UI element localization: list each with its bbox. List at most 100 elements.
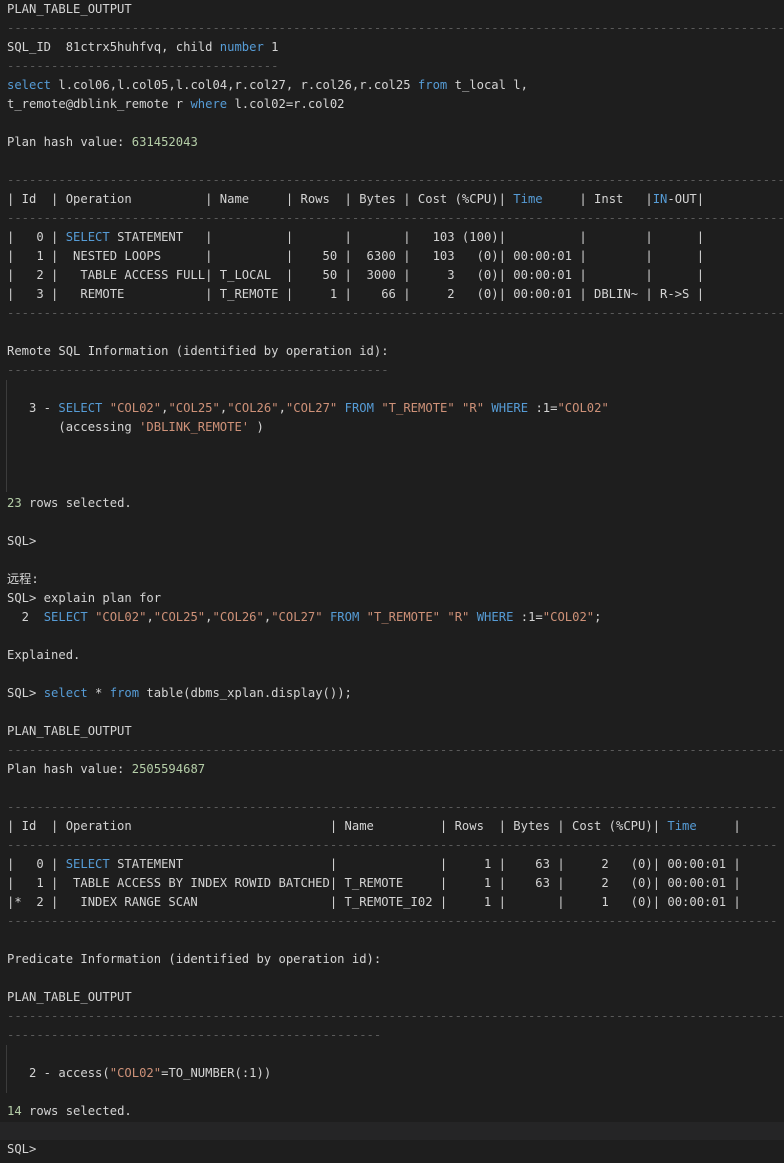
rows-selected-text: rows selected. [21, 1104, 132, 1118]
row-cells: STATEMENT | | 1 | 63 | 2 (0)| 00:00:01 | [109, 857, 741, 871]
query-line-1: select l.col06,l.col05,l.col04,r.col27, … [7, 76, 528, 95]
plan-table-header: | Id | Operation | Name | Rows | Bytes |… [7, 190, 704, 209]
plan-row: | 1 | TABLE ACCESS BY INDEX ROWID BATCHE… [7, 876, 741, 890]
separator: ------------------------------------- [7, 59, 279, 73]
predicate-rest: =TO_NUMBER(:1)) [161, 1066, 272, 1080]
plan-hash-label: Plan hash value: [7, 135, 132, 149]
query-text: t_local l, [447, 78, 528, 92]
query-text: * [87, 686, 110, 700]
prompt: SQL> [7, 686, 44, 700]
predicate-info-heading: Predicate Information (identified by ope… [7, 952, 382, 966]
string: "COL02" [557, 401, 609, 415]
header-cols: | Inst | [542, 192, 653, 206]
query-text: table(dbms_xplan.display()); [139, 686, 352, 700]
keyword: FROM [344, 401, 374, 415]
row-count: 14 [7, 1104, 22, 1118]
keyword: FROM [329, 610, 360, 624]
header-time: Time [667, 819, 697, 833]
string: "COL02" [542, 610, 595, 624]
string: "COL02" [95, 610, 147, 624]
bind-var: :1= [535, 401, 558, 415]
input-bar[interactable] [0, 1122, 784, 1140]
string: "COL25" [153, 610, 206, 624]
comma: , [146, 610, 154, 624]
query-text: l.col02=r.col02 [227, 97, 345, 111]
predicate-line: 2 - access("COL02"=TO_NUMBER(:1)) [7, 1064, 271, 1083]
comma: , [205, 610, 213, 624]
plan-row: | 2 | TABLE ACCESS FULL| T_LOCAL | 50 | … [7, 268, 705, 282]
rows-selected: 23 rows selected. [7, 494, 132, 513]
string: "COL27" [285, 401, 338, 415]
comma: , [278, 401, 286, 415]
string: "COL26" [212, 610, 264, 624]
keyword: SELECT [65, 230, 110, 244]
rows-selected: 14 rows selected. [7, 1102, 132, 1121]
explain-select-line: 2 SELECT "COL02","COL25","COL26","COL27"… [7, 608, 602, 627]
plan-hash-line: Plan hash value: 2505594687 [7, 760, 205, 779]
keyword: SELECT [65, 857, 110, 871]
plan-row: | 0 | SELECT STATEMENT | | 1 | 63 | 2 (0… [7, 855, 741, 874]
keyword: WHERE [476, 610, 514, 624]
row-count: 23 [7, 496, 22, 510]
remote-label: 远程: [7, 572, 39, 586]
string: "COL26" [227, 401, 279, 415]
plan-table-output-header: PLAN_TABLE_OUTPUT [7, 990, 132, 1004]
row-cells: STATEMENT | | | | 103 (100)| | | | [109, 230, 705, 244]
string: "R" [447, 610, 470, 624]
string: "COL27" [271, 610, 323, 624]
sql-id-text: SQL_ID 81ctrx5huhfvq, child [7, 40, 220, 54]
sql-prompt: SQL> [7, 534, 37, 548]
accessing-line: (accessing 'DBLINK_REMOTE' ) [7, 418, 264, 437]
sql-prompt[interactable]: SQL> [7, 1140, 36, 1159]
plan-table-output-header: PLAN_TABLE_OUTPUT [7, 2, 132, 16]
separator: ----------------------------------------… [7, 1009, 783, 1023]
plan-table-output-header: PLAN_TABLE_OUTPUT [7, 724, 132, 738]
plan-hash-line: Plan hash value: 631452043 [7, 133, 198, 152]
row-id: | 0 | [7, 857, 66, 871]
predicate-prefix: 2 - access( [7, 1066, 110, 1080]
query-line-2: t_remote@dblink_remote r where l.col02=r… [7, 95, 345, 114]
header-cols: | [696, 819, 741, 833]
accessing-text: (accessing [7, 420, 140, 434]
separator: ----------------------------------------… [7, 363, 389, 377]
header-time: Time [513, 192, 543, 206]
keyword: select [7, 78, 52, 92]
keyword: from [417, 78, 448, 92]
keyword: number [219, 40, 264, 54]
sql-id-line: SQL_ID 81ctrx5huhfvq, child number 1 [7, 38, 279, 57]
header-cols: | Id | Operation | Name | Rows | Bytes |… [7, 819, 668, 833]
table-separator: ----------------------------------------… [7, 306, 783, 320]
plan-table-header: | Id | Operation | Name | Rows | Bytes |… [7, 817, 741, 836]
keyword: where [190, 97, 228, 111]
remote-sql-line: 3 - SELECT "COL02","COL25","COL26","COL2… [7, 399, 609, 418]
explained-message: Explained. [7, 648, 81, 662]
string: "R" [462, 401, 485, 415]
string: "T_REMOTE" [381, 401, 455, 415]
child-number: 1 [263, 40, 279, 54]
table-separator: ----------------------------------------… [7, 800, 778, 814]
rows-selected-text: rows selected. [21, 496, 132, 510]
string: "COL02" [109, 1066, 162, 1080]
separator: ----------------------------------------… [7, 1028, 382, 1042]
terminal-output: PLAN_TABLE_OUTPUT ----------------------… [0, 0, 784, 1163]
query-text: t_remote@dblink_remote r [7, 97, 191, 111]
header-in: IN [652, 192, 668, 206]
accessing-text: ) [249, 420, 264, 434]
plan-row: |* 2 | INDEX RANGE SCAN | T_REMOTE_I02 |… [7, 895, 741, 909]
table-separator: ----------------------------------------… [7, 211, 783, 225]
table-separator: ----------------------------------------… [7, 838, 778, 852]
header-cols: | Id | Operation | Name | Rows | Bytes |… [7, 192, 514, 206]
string: "T_REMOTE" [366, 610, 441, 624]
semicolon: ; [594, 610, 602, 624]
string: 'DBLINK_REMOTE' [139, 420, 250, 434]
plan-row: | 0 | SELECT STATEMENT | | | | 103 (100)… [7, 228, 704, 247]
plan-row: | 1 | NESTED LOOPS | | 50 | 6300 | 103 (… [7, 249, 705, 263]
line-number: 2 [7, 610, 44, 624]
plan-hash-value: 631452043 [131, 135, 198, 149]
keyword: SELECT [58, 401, 103, 415]
string: "COL25" [168, 401, 220, 415]
table-separator: ----------------------------------------… [7, 173, 783, 187]
table-separator: ----------------------------------------… [7, 914, 778, 928]
plan-hash-value: 2505594687 [131, 762, 206, 776]
query-text: l.col06,l.col05,l.col04,r.col27, r.col26… [51, 78, 418, 92]
